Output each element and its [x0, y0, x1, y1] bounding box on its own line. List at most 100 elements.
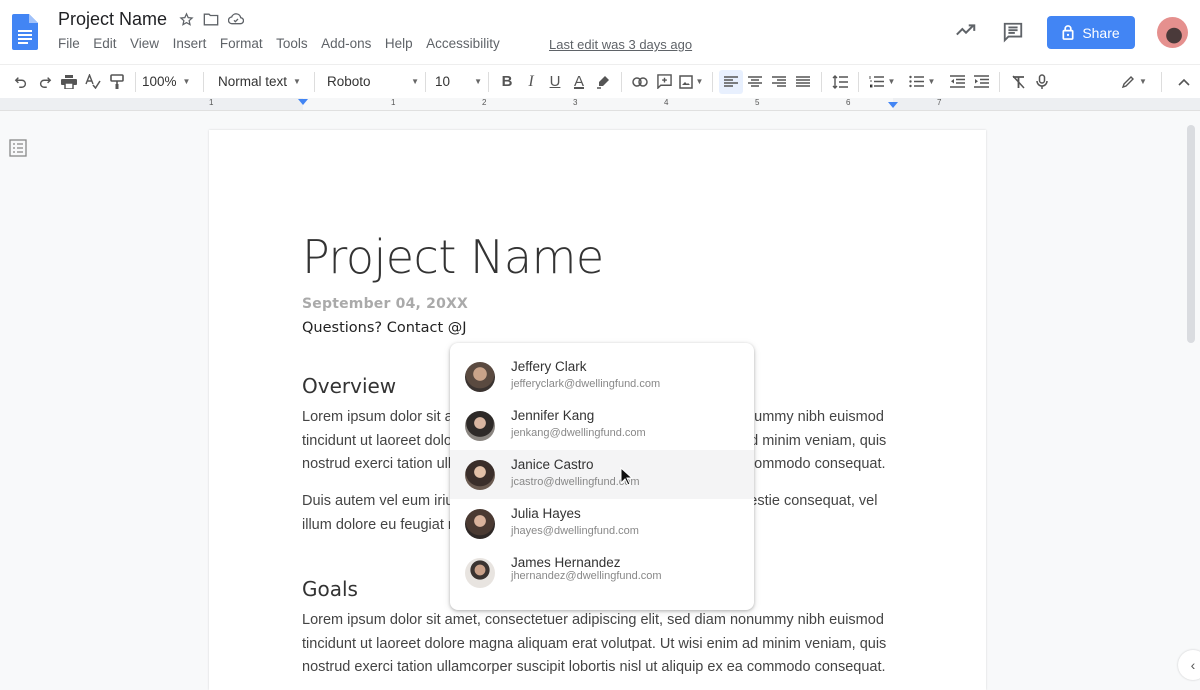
avatar — [465, 460, 495, 490]
text-line: tincidunt ut laoreet dolore magna aliqua… — [302, 635, 887, 652]
contact-name: Janice Castro — [511, 457, 594, 472]
menu-insert[interactable]: Insert — [173, 36, 207, 51]
line-spacing-icon[interactable] — [828, 70, 852, 94]
section-heading-overview: Overview — [302, 374, 397, 398]
mention-option[interactable]: James Hernandez jhernandez@dwellingfund.… — [450, 548, 754, 597]
mention-option[interactable]: Jeffery Clark jefferyclark@dwellingfund.… — [450, 352, 754, 401]
paint-format-icon[interactable] — [105, 70, 129, 94]
align-center-icon[interactable] — [743, 70, 767, 94]
collapse-icon[interactable] — [1172, 70, 1196, 94]
contact-email: jhernandez@dwellingfund.com — [511, 570, 662, 582]
section-heading-goals: Goals — [302, 577, 358, 601]
ruler-label: 7 — [937, 98, 942, 107]
mention-option[interactable]: Jennifer Kang jenkang@dwellingfund.com — [450, 401, 754, 450]
align-right-icon[interactable] — [767, 70, 791, 94]
activity-trend-icon[interactable] — [955, 22, 977, 38]
doc-contact-line: Questions? Contact @J — [302, 320, 467, 336]
ruler-label: 1 — [391, 98, 396, 107]
share-label: Share — [1082, 24, 1120, 41]
contact-email: jenkang@dwellingfund.com — [511, 427, 646, 439]
clear-formatting-icon[interactable] — [1006, 70, 1030, 94]
mention-suggestions-dropdown: Jeffery Clark jefferyclark@dwellingfund.… — [450, 343, 754, 610]
goals-paragraph-1: Lorem ipsum dolor sit amet, consectetuer… — [302, 609, 902, 680]
font-select[interactable]: Roboto ▼ — [321, 74, 419, 89]
left-indent-marker[interactable] — [298, 99, 308, 105]
contact-email: jhayes@dwellingfund.com — [511, 525, 639, 537]
chevron-left-icon: ‹ — [1190, 657, 1196, 673]
numbered-list-icon[interactable]: ▼ — [865, 70, 899, 94]
insert-image-icon[interactable]: ▼ — [676, 70, 706, 94]
menu-add-ons[interactable]: Add-ons — [321, 36, 371, 51]
side-panel-toggle[interactable]: ‹ — [1178, 650, 1200, 680]
account-avatar[interactable] — [1157, 17, 1188, 48]
ruler-label: 4 — [664, 98, 669, 107]
chevron-down-icon: ▼ — [411, 77, 419, 86]
undo-icon[interactable] — [9, 70, 33, 94]
editing-mode-icon[interactable]: ▼ — [1117, 70, 1151, 94]
document-title[interactable]: Project Name — [58, 9, 167, 30]
ruler-label: 6 — [846, 98, 851, 107]
paragraph-style-select[interactable]: Normal text ▼ — [210, 74, 308, 89]
contact-name: Jeffery Clark — [511, 359, 587, 374]
underline-icon[interactable]: U — [543, 70, 567, 94]
text-line: nostrud exerci tation ullamcorper suscip… — [302, 659, 886, 676]
doc-heading-title: Project Name — [302, 230, 604, 284]
add-comment-icon[interactable] — [652, 70, 676, 94]
align-left-icon[interactable] — [719, 69, 743, 94]
ruler-label: 2 — [482, 98, 487, 107]
document-outline-icon[interactable] — [9, 139, 27, 157]
chevron-down-icon: ▼ — [474, 77, 482, 86]
star-icon[interactable] — [178, 11, 194, 27]
docs-logo-icon[interactable] — [12, 14, 38, 50]
font-value: Roboto — [327, 74, 371, 89]
menu-help[interactable]: Help — [385, 36, 413, 51]
voice-typing-icon[interactable] — [1030, 70, 1054, 94]
ruler-label: 3 — [573, 98, 578, 107]
menu-bar: File Edit View Insert Format Tools Add-o… — [58, 36, 513, 51]
zoom-select[interactable]: 100% ▼ — [142, 74, 194, 89]
menu-accessibility[interactable]: Accessibility — [426, 36, 500, 51]
avatar — [465, 411, 495, 441]
comments-icon[interactable] — [1002, 21, 1024, 43]
menu-format[interactable]: Format — [220, 36, 263, 51]
print-icon[interactable] — [57, 70, 81, 94]
italic-icon[interactable]: I — [519, 70, 543, 94]
menu-view[interactable]: View — [130, 36, 159, 51]
right-indent-marker[interactable] — [888, 102, 898, 108]
folder-icon[interactable] — [203, 11, 219, 27]
redo-icon[interactable] — [33, 70, 57, 94]
cloud-saved-icon[interactable] — [228, 11, 244, 27]
mention-option[interactable]: Julia Hayes jhayes@dwellingfund.com — [450, 499, 754, 548]
avatar — [465, 558, 495, 588]
justify-icon[interactable] — [791, 70, 815, 94]
style-value: Normal text — [218, 74, 288, 89]
ruler-label: 1 — [209, 98, 214, 107]
highlight-icon[interactable] — [591, 70, 615, 94]
doc-date: September 04, 20XX — [302, 296, 469, 312]
bulleted-list-icon[interactable]: ▼ — [905, 70, 939, 94]
contact-email: jefferyclark@dwellingfund.com — [511, 378, 661, 390]
menu-file[interactable]: File — [58, 36, 80, 51]
decrease-indent-icon[interactable] — [945, 70, 969, 94]
font-size-value: 10 — [435, 74, 451, 89]
chevron-down-icon: ▼ — [293, 77, 301, 86]
font-size-select[interactable]: 10 ▼ — [432, 74, 482, 89]
increase-indent-icon[interactable] — [969, 70, 993, 94]
lock-icon — [1062, 25, 1074, 40]
menu-tools[interactable]: Tools — [276, 36, 308, 51]
share-button[interactable]: Share — [1047, 16, 1135, 49]
mention-option-hovered[interactable]: Janice Castro jcastro@dwellingfund.com — [450, 450, 754, 499]
formatting-toolbar: 100% ▼ Normal text ▼ Roboto ▼ 10 ▼ B I U A ▼… — [0, 64, 1200, 98]
bold-icon[interactable]: B — [495, 70, 519, 94]
ruler[interactable]: 1 1 2 3 4 5 6 7 — [0, 98, 1200, 111]
spellcheck-icon[interactable] — [81, 70, 105, 94]
avatar — [465, 362, 495, 392]
last-edit-link[interactable]: Last edit was 3 days ago — [549, 37, 692, 52]
menu-edit[interactable]: Edit — [93, 36, 116, 51]
contact-name: Jennifer Kang — [511, 408, 595, 423]
text-color-icon[interactable]: A — [567, 70, 591, 94]
ruler-label: 5 — [755, 98, 760, 107]
link-icon[interactable] — [628, 70, 652, 94]
chevron-down-icon: ▼ — [182, 77, 191, 86]
vertical-scrollbar[interactable] — [1187, 125, 1195, 343]
